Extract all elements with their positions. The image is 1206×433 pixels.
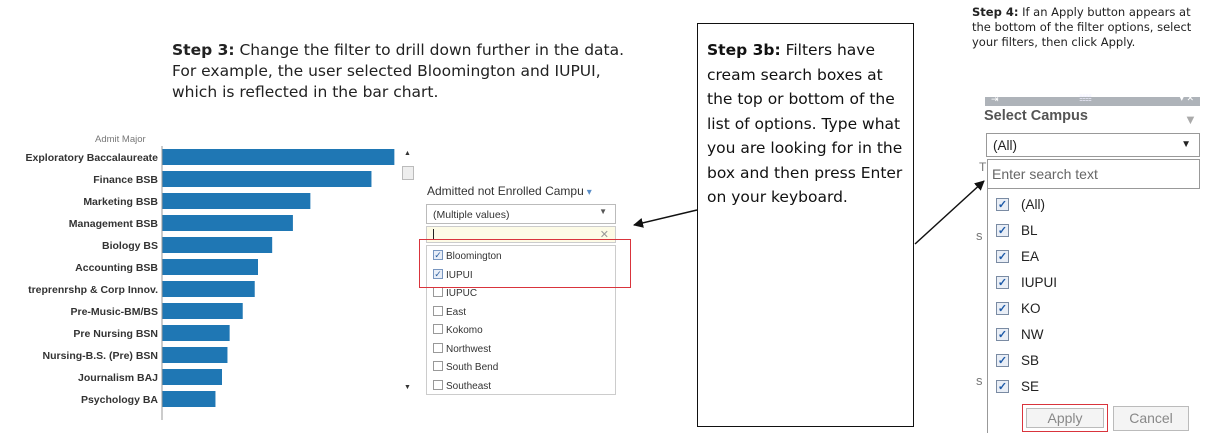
- callout-arrows: [633, 180, 985, 245]
- arrow-to-search-box: [633, 209, 698, 228]
- arrow-to-panel-search: [914, 180, 985, 245]
